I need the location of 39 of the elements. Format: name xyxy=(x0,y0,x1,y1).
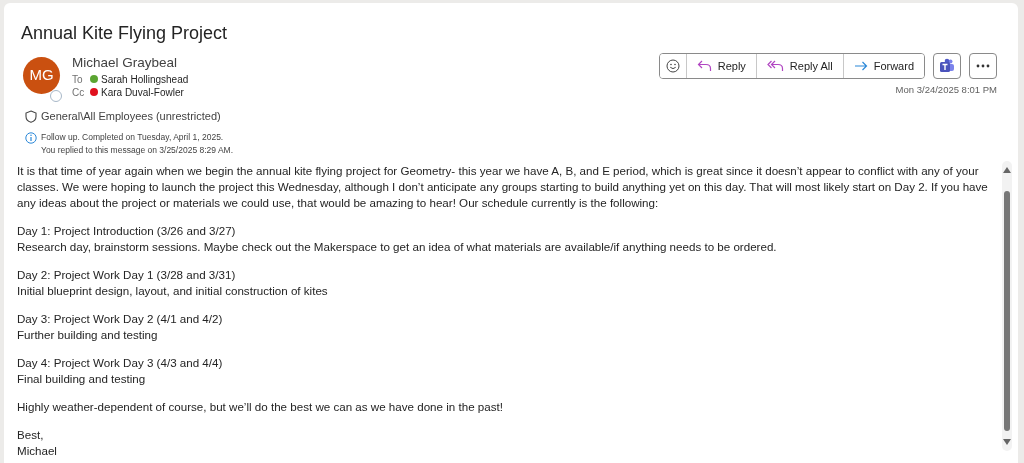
body-text: Day 4: Project Work Day 3 (4/3 and 4/4) xyxy=(17,354,224,371)
more-icon xyxy=(976,64,990,68)
reply-all-icon xyxy=(766,60,784,72)
forward-button[interactable]: Forward xyxy=(842,54,924,78)
info-text: You replied to this message on 3/25/2025 8:29 AM. xyxy=(41,143,233,157)
recipient-name[interactable]: Sarah Hollingshead xyxy=(101,74,189,86)
body-text: Further building and testing xyxy=(17,326,159,343)
body-text: Best, xyxy=(17,426,45,443)
recipient-name[interactable]: Kara Duval-Fowler xyxy=(101,87,184,99)
reply-icon xyxy=(696,60,712,72)
email-subject: Annual Kite Flying Project xyxy=(20,22,229,45)
sensitivity-label: General\All Employees (unrestricted) xyxy=(41,109,221,125)
presence-icon xyxy=(50,90,62,103)
body-text: It is that time of year again when we begin the annual kite flying project for Geometry- this year we have A, B, and E period, which is great since it doesn’t appear to conflict with any of your classes. We were hoping to launch the project this Wednesday, although I don’t anticipate any groups starting to build anything yet on this day. That will most likely start on Day 2. If you have any ideas about the project or materials we could use, that would be amazing to hear! Our schedule currently is the following: xyxy=(17,162,989,211)
avatar: MG xyxy=(23,57,60,94)
recipient-label: Cc xyxy=(72,86,86,100)
scroll-down-icon xyxy=(1003,438,1011,445)
body-text: Day 3: Project Work Day 2 (4/1 and 4/2) xyxy=(17,310,224,327)
teams-button[interactable] xyxy=(933,53,961,79)
sent-date: Mon 3/24/2025 8:01 PM xyxy=(895,83,997,97)
scrollbar[interactable] xyxy=(1002,160,1012,451)
sender-name: Michael Graybeal xyxy=(72,54,179,72)
body-text: Final building and testing xyxy=(17,370,147,387)
scroll-up-icon xyxy=(1003,166,1011,173)
scroll-thumb[interactable] xyxy=(1004,190,1010,431)
more-button[interactable] xyxy=(969,53,997,79)
body-text: Highly weather-dependent of course, but we’ll do the best we can as we have done in the past! xyxy=(17,398,504,415)
shield-icon xyxy=(25,110,37,123)
recipient-label: To xyxy=(72,73,84,87)
smiley-icon xyxy=(665,59,680,73)
body-text: Day 1: Project Introduction (3/26 and 3/27) xyxy=(17,222,237,239)
info-icon xyxy=(25,131,37,144)
body-text: Michael xyxy=(17,442,58,459)
body-text: Research day, brainstorm sessions. Maybe check out the Makerspace to get an idea of what materials are available/if anything needs to be ordered. xyxy=(17,238,778,255)
info-text: Follow up. Completed on Tuesday, April 1, 2025. xyxy=(41,130,225,144)
body-text: Initial blueprint design, layout, and initial construction of kites xyxy=(17,282,329,299)
arrow-icon xyxy=(853,61,868,71)
body-text: Day 2: Project Work Day 1 (3/28 and 3/31) xyxy=(17,266,237,283)
app-icon xyxy=(939,58,955,74)
